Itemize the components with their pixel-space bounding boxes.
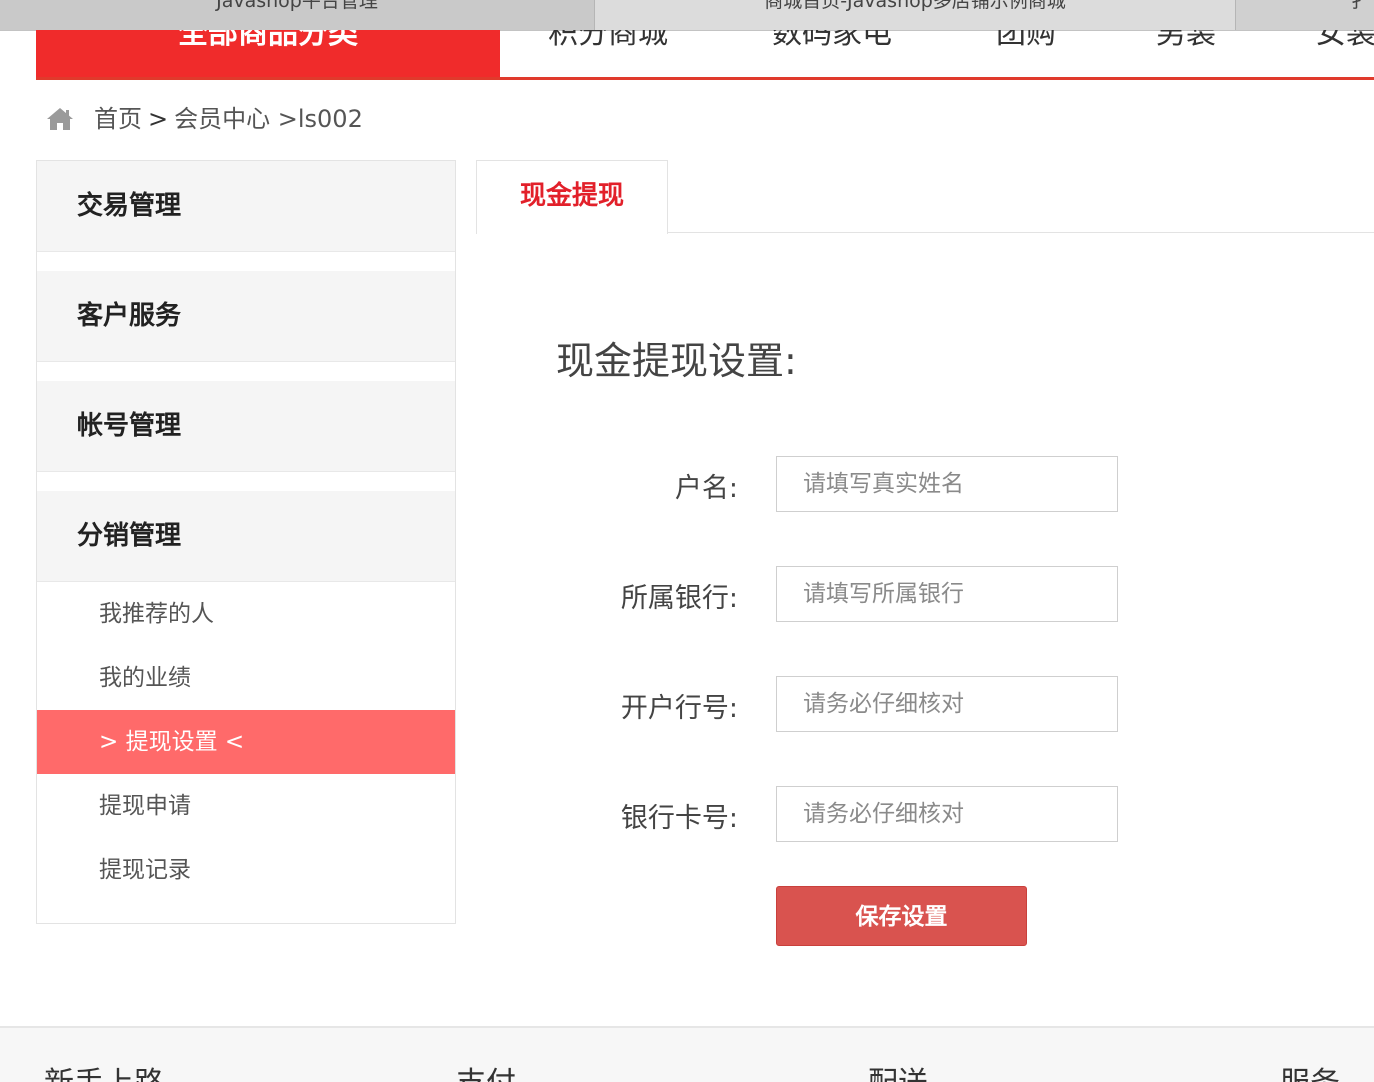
sidebar-group-label: 客户服务 [77,301,182,331]
home-icon[interactable] [46,106,74,132]
breadcrumb-member-link[interactable]: 会员中心 [174,105,270,133]
nav-item-menswear[interactable]: 男装 [1156,30,1216,77]
sidebar-item-label: 提现申请 [99,793,191,819]
sidebar-item-my-referrals[interactable]: 我推荐的人 [37,582,455,646]
account-name-input[interactable] [776,456,1118,512]
footer-column-title: 配送 [868,1058,928,1082]
sidebar-item-withdraw-request[interactable]: 提现申请 [37,774,455,838]
card-number-input[interactable] [776,786,1118,842]
sidebar-group-account[interactable]: 帐号管理 [37,381,455,472]
browser-tab-title: Javashop平台管理 [216,0,378,12]
sidebar-item-label: 提现记录 [99,857,191,883]
nav-item-label: 女装 [1316,30,1374,51]
sidebar-item-label: 我推荐的人 [99,601,214,627]
nav-item-womenswear[interactable]: 女装 [1316,30,1374,77]
nav-item-digital[interactable]: 数码家电 [772,30,892,77]
browser-tab-title: 商城首页-Javashop多店铺示例商城 [764,0,1066,12]
footer-column-title: 支付 [456,1058,516,1082]
main-nav: 全部商品分类 积分商城 数码家电 团购 男装 女装 [36,30,1374,80]
nav-item-label: 团购 [996,30,1056,51]
sidebar-item-withdraw-records[interactable]: 提现记录 [37,838,455,902]
bank-label: 所属银行: [620,583,738,614]
browser-tab-strip: Javashop平台管理 商城首页-Javashop多店铺示例商城 扌 [0,0,1374,31]
nav-item-group-buy[interactable]: 团购 [996,30,1056,77]
browser-tab[interactable]: Javashop平台管理 [0,0,595,30]
nav-item-label: 积分商城 [548,30,668,51]
sidebar-item-label: > 提现设置 < [99,729,245,755]
footer-column-title: 服务 [1280,1058,1340,1082]
breadcrumb-trail: 首页 > 会员中心 >ls002 [94,104,363,134]
footer-column-title: 新手上路 [44,1058,164,1082]
all-categories-label: 全部商品分类 [178,30,358,51]
tab-label: 现金提现 [519,181,624,211]
sidebar-group-distribution[interactable]: 分销管理 [37,491,455,582]
save-settings-button[interactable]: 保存设置 [776,886,1027,946]
branch-number-input[interactable] [776,676,1118,732]
bank-input[interactable] [776,566,1118,622]
browser-tab[interactable]: 商城首页-Javashop多店铺示例商城 [595,0,1236,30]
all-categories-button[interactable]: 全部商品分类 [36,30,500,77]
footer: 新手上路 支付 配送 服务 [0,1026,1374,1082]
sidebar-item-withdraw-settings[interactable]: > 提现设置 < [37,710,455,774]
breadcrumb-home-link[interactable]: 首页 [94,105,142,133]
nav-item-label: 数码家电 [772,30,892,51]
sidebar-group-label: 交易管理 [77,191,182,221]
sidebar-group-label: 帐号管理 [77,411,182,441]
browser-tab-title: 扌 [1350,0,1370,12]
sidebar-group-label: 分销管理 [77,521,182,551]
sidebar-item-label: 我的业绩 [99,665,191,691]
account-name-label: 户名: [674,473,738,504]
card-number-label: 银行卡号: [620,803,738,834]
sidebar-group-customer-service[interactable]: 客户服务 [37,271,455,362]
breadcrumb-username: >ls002 [277,105,363,133]
tab-cash-withdraw[interactable]: 现金提现 [476,160,668,234]
nav-item-points-mall[interactable]: 积分商城 [548,30,668,77]
sidebar-item-my-performance[interactable]: 我的业绩 [37,646,455,710]
browser-tab[interactable]: 扌 [1236,0,1374,30]
nav-item-label: 男装 [1156,30,1216,51]
sidebar-group-trade[interactable]: 交易管理 [37,161,455,252]
branch-number-label: 开户行号: [620,693,738,724]
sidebar: 交易管理 客户服务 帐号管理 分销管理 我推荐的人 我的业绩 > 提现设置 < … [36,160,456,924]
form-title: 现金提现设置: [556,339,797,383]
breadcrumb-separator: > [148,105,169,133]
